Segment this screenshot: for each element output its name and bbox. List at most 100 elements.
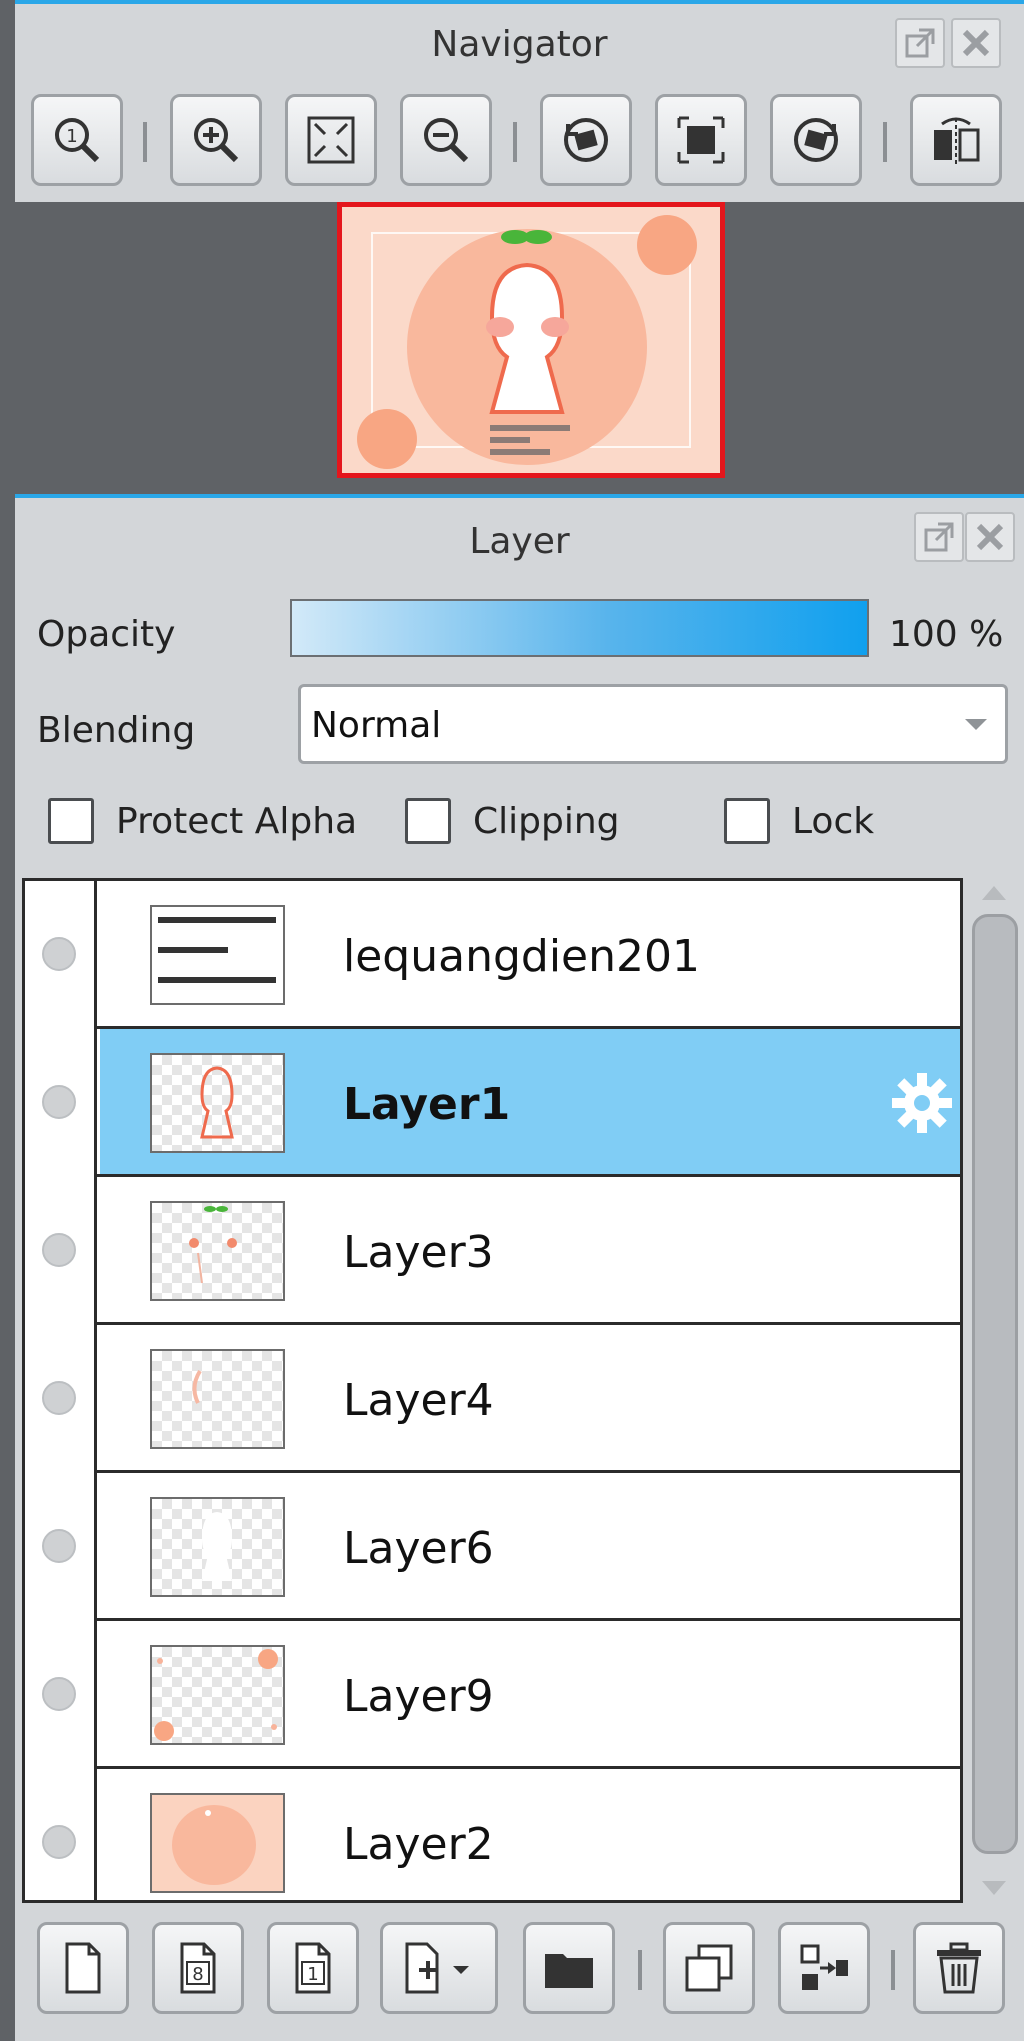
fit-window-icon: [307, 116, 355, 164]
visibility-toggle[interactable]: [25, 1769, 97, 1900]
layer-thumbnail: [150, 1201, 285, 1301]
visibility-dot-icon: [42, 1085, 76, 1119]
zoom-out-button[interactable]: [400, 94, 492, 186]
layer-thumbnail: [150, 1349, 285, 1449]
zoom-out-icon: [424, 118, 469, 163]
layer-panel-close-button[interactable]: [965, 512, 1015, 562]
layer-thumbnail: [150, 1497, 285, 1597]
opacity-label: Opacity: [37, 614, 176, 655]
layer-row[interactable]: lequangdien201: [25, 881, 960, 1029]
rotate-left-icon: [564, 118, 608, 162]
checkbox-box[interactable]: [405, 798, 451, 844]
decor-layer-preview: [154, 1649, 278, 1741]
layer-options: Protect Alpha Clipping Lock: [15, 798, 1024, 858]
actual-size-button[interactable]: 1: [31, 94, 123, 186]
svg-text:1: 1: [307, 1964, 318, 1985]
layer-name: Layer2: [343, 1819, 494, 1870]
new-8bit-layer-button[interactable]: 8: [152, 1922, 244, 2014]
layer-panel-popout-button[interactable]: [914, 512, 964, 562]
blending-label: Blending: [37, 710, 196, 751]
lock-checkbox[interactable]: Lock: [724, 798, 874, 844]
visibility-toggle[interactable]: [25, 1177, 97, 1325]
flip-horizontal-button[interactable]: [910, 94, 1002, 186]
duplicate-layer-icon: [685, 1944, 733, 1992]
merge-down-icon: [800, 1944, 848, 1990]
visibility-toggle[interactable]: [25, 1325, 97, 1473]
layer-row[interactable]: Layer4: [25, 1325, 960, 1473]
checkbox-box[interactable]: [724, 798, 770, 844]
layer-row[interactable]: Layer3: [25, 1177, 960, 1325]
fit-canvas-icon: [677, 116, 725, 164]
layer-row[interactable]: Layer9: [25, 1621, 960, 1769]
checkbox-box[interactable]: [48, 798, 94, 844]
layer-row[interactable]: Layer6: [25, 1473, 960, 1621]
delete-layer-icon: [937, 1942, 981, 1994]
white-fill-layer-preview: [202, 1512, 232, 1581]
layer-panel: Layer Opacity 100 % Blending Normal Prot…: [15, 494, 1024, 2041]
new-1bit-layer-icon: 1: [295, 1942, 331, 1994]
layer-name: Layer9: [343, 1671, 494, 1722]
toolbar-separator: [883, 122, 887, 162]
visibility-dot-icon: [42, 1529, 76, 1563]
fit-canvas-button[interactable]: [655, 94, 747, 186]
svg-text:8: 8: [192, 1964, 203, 1985]
delete-layer-button[interactable]: [913, 1922, 1005, 2014]
add-layer-dropdown-button[interactable]: [380, 1922, 498, 2014]
navigator-close-button[interactable]: [951, 18, 1001, 68]
flip-horizontal-icon: [934, 117, 980, 164]
lineart-layer-preview: [200, 1066, 234, 1139]
layer-row[interactable]: Layer2: [25, 1769, 960, 1900]
new-8bit-layer-icon: 8: [180, 1942, 216, 1994]
new-folder-button[interactable]: [523, 1922, 615, 2014]
layer-toolbar: 8 1: [15, 1916, 1024, 2022]
layer-list-scrollbar[interactable]: [970, 878, 1020, 1903]
visibility-toggle[interactable]: [25, 1473, 97, 1621]
duplicate-layer-button[interactable]: [663, 1922, 755, 2014]
scroll-down-icon[interactable]: [982, 1881, 1006, 1895]
new-layer-button[interactable]: [37, 1922, 129, 2014]
new-layer-icon: [65, 1942, 101, 1994]
blending-dropdown[interactable]: Normal: [298, 684, 1008, 764]
navigator-popout-button[interactable]: [895, 18, 945, 68]
zoom-in-icon: [194, 118, 239, 163]
layer-name: lequangdien201: [343, 931, 700, 982]
navigator-title: Navigator: [431, 24, 608, 65]
add-layer-dropdown-icon: [405, 1942, 469, 1994]
rotate-right-button[interactable]: [770, 94, 862, 186]
layer-list[interactable]: lequangdien201 Layer1 Layer3 Layer4 Laye…: [22, 878, 963, 1903]
layer-panel-title: Layer: [469, 521, 570, 562]
visibility-dot-icon: [42, 1825, 76, 1859]
close-icon: [976, 523, 1004, 551]
visibility-toggle[interactable]: [25, 881, 97, 1029]
clipping-checkbox[interactable]: Clipping: [405, 798, 620, 844]
shade-layer-preview: [192, 1369, 202, 1404]
gear-icon[interactable]: [886, 1067, 958, 1139]
merge-down-button[interactable]: [778, 1922, 870, 2014]
layer-thumbnail: [150, 1053, 285, 1153]
lock-label: Lock: [792, 800, 875, 842]
scroll-up-icon[interactable]: [982, 886, 1006, 900]
opacity-slider[interactable]: [290, 599, 869, 657]
color-layer-preview: [189, 1206, 237, 1284]
visibility-toggle[interactable]: [25, 1029, 97, 1177]
scroll-thumb[interactable]: [972, 914, 1018, 1854]
layer-thumbnail: [150, 1793, 285, 1893]
new-1bit-layer-button[interactable]: 1: [267, 1922, 359, 2014]
rotate-right-icon: [794, 118, 838, 162]
visibility-toggle[interactable]: [25, 1621, 97, 1769]
protect-alpha-checkbox[interactable]: Protect Alpha: [48, 798, 357, 844]
fit-window-button[interactable]: [285, 94, 377, 186]
text-layer-preview: [158, 917, 276, 983]
visibility-dot-icon: [42, 1233, 76, 1267]
chevron-down-icon: [965, 719, 987, 730]
layer-thumbnail: [150, 1645, 285, 1745]
navigator-preview-area[interactable]: [15, 202, 1009, 492]
rotate-left-button[interactable]: [540, 94, 632, 186]
layer-row-selected[interactable]: Layer1: [25, 1029, 960, 1177]
zoom-in-button[interactable]: [170, 94, 262, 186]
canvas-preview[interactable]: [337, 202, 725, 478]
visibility-dot-icon: [42, 1381, 76, 1415]
layer-name: Layer4: [343, 1375, 494, 1426]
visibility-dot-icon: [42, 937, 76, 971]
layer-name: Layer1: [343, 1079, 511, 1130]
